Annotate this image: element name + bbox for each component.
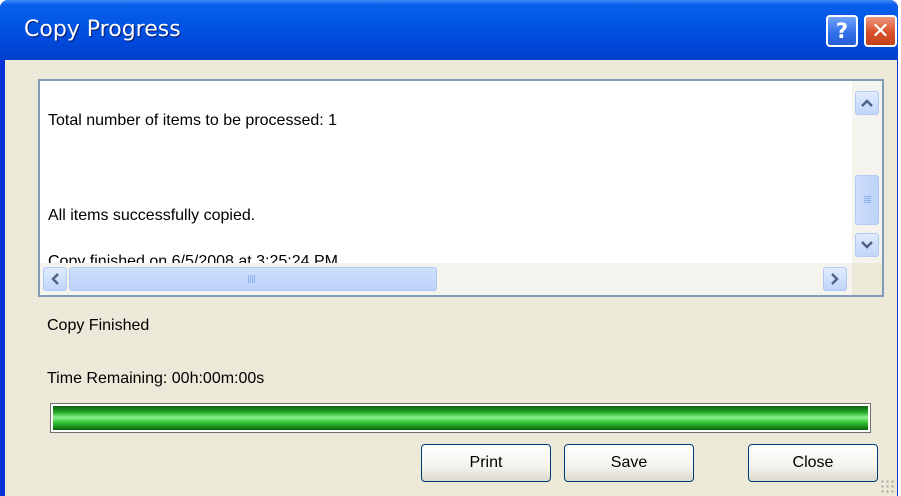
- log-text-area[interactable]: Total number of items to be processed: 1…: [38, 79, 884, 297]
- chevron-up-icon: [861, 99, 873, 107]
- help-button[interactable]: ?: [826, 15, 858, 47]
- close-window-button[interactable]: ✕: [864, 15, 897, 47]
- vertical-scrollbar[interactable]: [852, 81, 882, 263]
- horizontal-scroll-thumb[interactable]: [69, 267, 437, 291]
- scroll-right-button[interactable]: [823, 267, 847, 291]
- vertical-scroll-thumb[interactable]: [855, 175, 879, 225]
- scroll-down-button[interactable]: [855, 233, 879, 257]
- copy-status-label: Copy Finished: [47, 317, 150, 334]
- help-icon: ?: [835, 19, 849, 43]
- close-button[interactable]: Close: [748, 444, 878, 482]
- copy-progress-window: Copy Progress ? ✕ Total number of items …: [0, 0, 898, 496]
- scrollbar-corner: [852, 263, 882, 295]
- scroll-left-button[interactable]: [43, 267, 67, 291]
- chevron-left-icon: [51, 273, 59, 285]
- log-line-total-items: Total number of items to be processed: 1: [48, 112, 338, 129]
- dialog-body: Total number of items to be processed: 1…: [5, 60, 897, 496]
- progress-bar-fill: [53, 406, 868, 430]
- grip-icon: [864, 196, 871, 197]
- window-title: Copy Progress: [24, 17, 181, 42]
- chevron-right-icon: [831, 273, 839, 285]
- save-button[interactable]: Save: [564, 444, 694, 482]
- log-line-success: All items successfully copied.: [48, 207, 256, 224]
- progress-bar: [50, 403, 871, 433]
- title-bar[interactable]: Copy Progress ? ✕: [0, 0, 898, 60]
- scroll-up-button[interactable]: [855, 91, 879, 115]
- grip-icon: [248, 275, 249, 283]
- horizontal-scrollbar[interactable]: [40, 263, 852, 295]
- time-remaining-label: Time Remaining: 00h:00m:00s: [47, 370, 265, 387]
- close-icon: ✕: [871, 18, 890, 44]
- resize-grip-icon[interactable]: [880, 479, 894, 493]
- print-button[interactable]: Print: [421, 444, 551, 482]
- chevron-down-icon: [861, 241, 873, 249]
